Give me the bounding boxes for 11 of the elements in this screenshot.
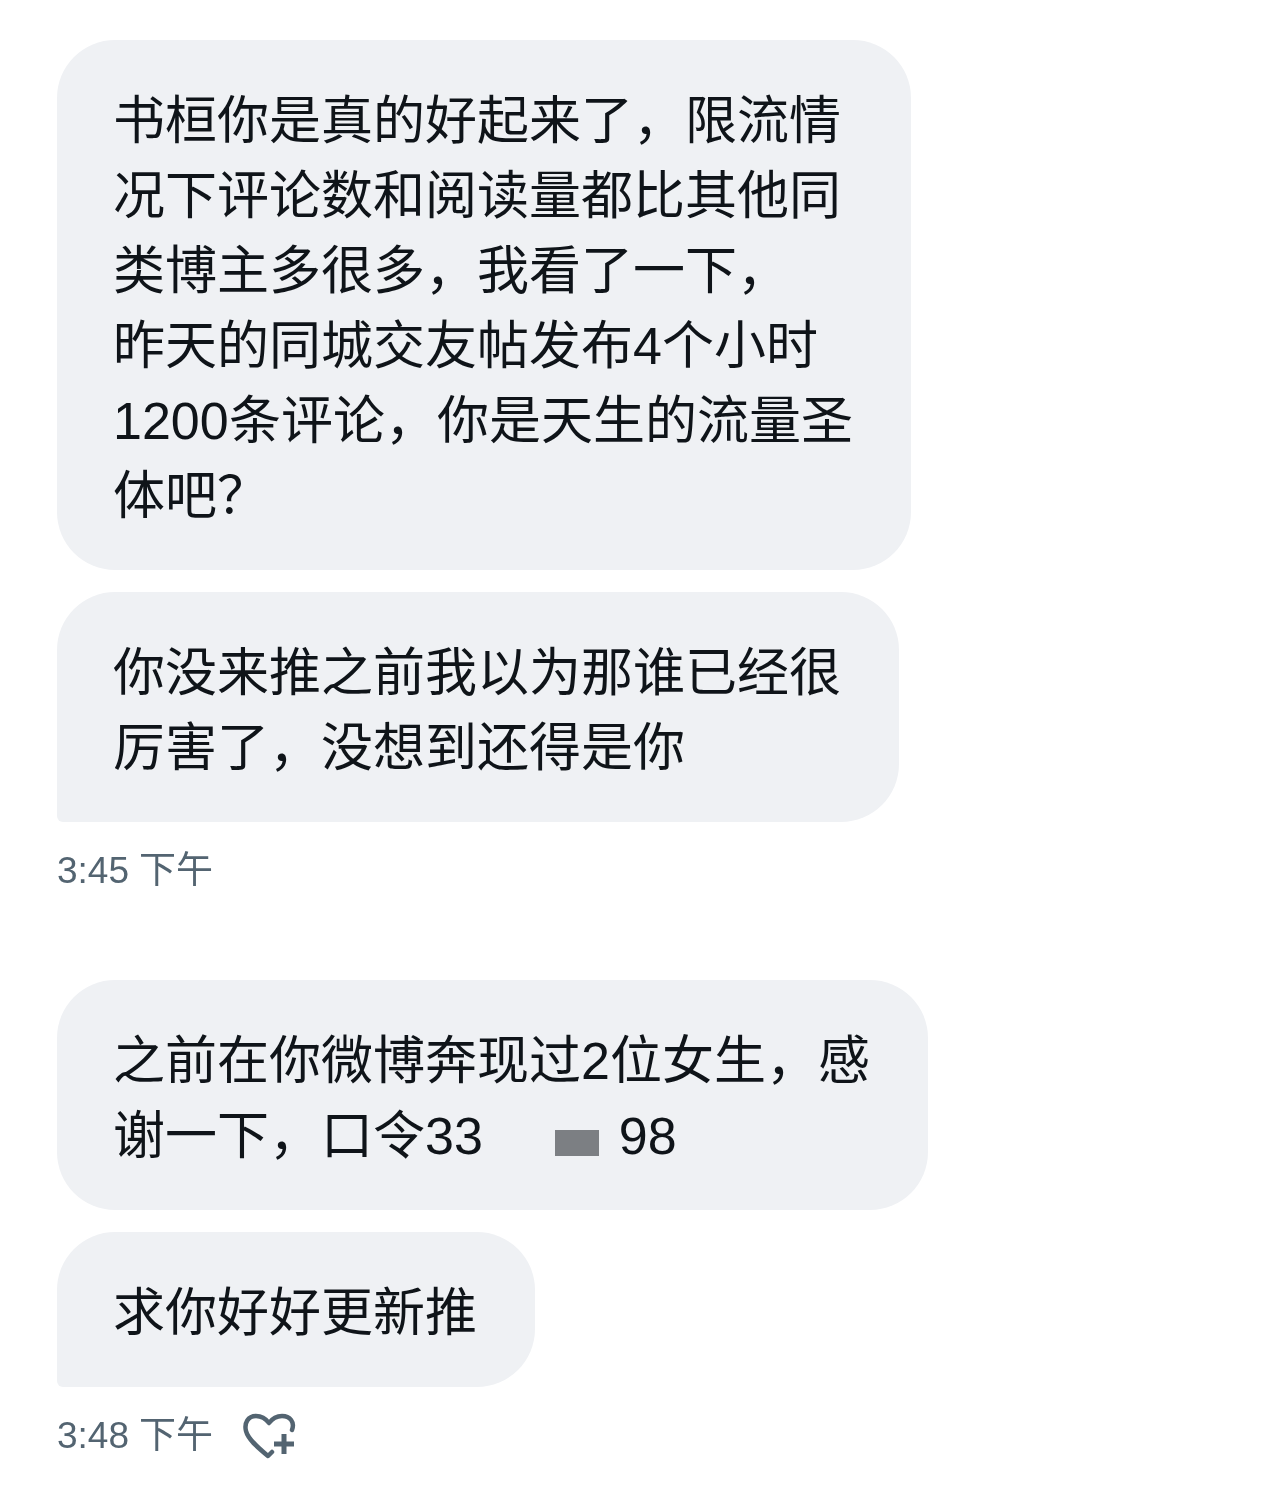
heart-plus-icon[interactable]	[243, 1413, 298, 1459]
message-text: 之前在你微博奔现过2位女生，感	[113, 1032, 870, 1090]
message-text: 书桓你是真的好起来了，限流情况下评论数和阅读量都比其他同类博主多很多，我看了一下，	[113, 92, 841, 300]
message-text: 求你好好更新推	[113, 1284, 477, 1342]
message-text: 98	[618, 1107, 677, 1165]
timestamp: 3:45 下午	[57, 849, 214, 893]
message-text: 你没来推之前我以为那谁已经很厉害了，没想到还得是你	[113, 644, 841, 777]
message-text: 谢一下，口令33	[113, 1107, 483, 1165]
timestamp: 3:48 下午	[57, 1414, 214, 1458]
message-text: 昨天的同城交友帖发布4个小时1200条评论，你是天生的流量圣体吧？	[113, 317, 853, 525]
redaction-block	[554, 1130, 599, 1156]
